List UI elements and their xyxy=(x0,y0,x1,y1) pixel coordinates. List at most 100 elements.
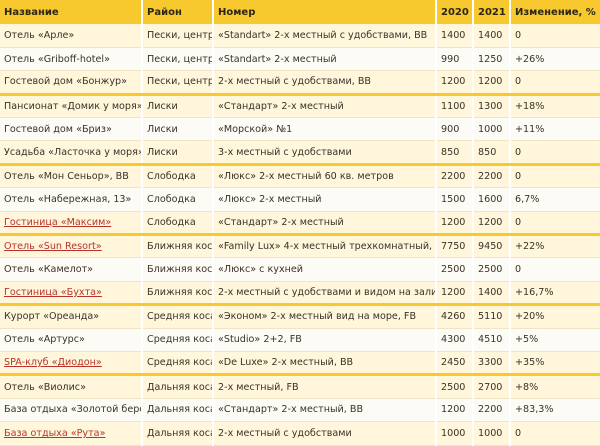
price-2021: 2700 xyxy=(473,373,511,399)
hotel-name-link[interactable]: Гостиница «Бухта» xyxy=(0,281,143,306)
hotel-name: Отель «Мон Сеньор», ВВ xyxy=(0,162,143,189)
header-change: Изменение, % xyxy=(510,0,600,24)
price-2021: 3300 xyxy=(473,351,511,376)
room-type: 2-х местный с удобствами, ВВ xyxy=(213,70,437,95)
price-2021: 2200 xyxy=(473,398,511,423)
price-change: +16,7% xyxy=(510,281,600,306)
price-2021: 1000 xyxy=(473,117,511,142)
price-2020: 1200 xyxy=(436,211,474,236)
price-change: +11% xyxy=(510,117,600,142)
district: Слободка xyxy=(142,187,214,212)
district: Средняя коса xyxy=(142,328,214,352)
room-type: «Стандарт» 2-х местный xyxy=(213,211,437,236)
room-type: «Standart» 2-х местный xyxy=(213,47,437,72)
room-type: «Люкс» с кухней xyxy=(213,257,437,282)
price-2020: 900 xyxy=(436,117,474,142)
hotel-name: База отдыха «Золотой берег» xyxy=(0,398,143,423)
price-change: 0 xyxy=(510,257,600,282)
district: Пески, центр xyxy=(142,70,214,95)
price-2020: 1500 xyxy=(436,187,474,212)
district: Дальняя коса xyxy=(142,373,214,399)
price-2020: 2200 xyxy=(436,162,474,189)
hotel-name-link[interactable]: SPA-клуб «Диодон» xyxy=(0,351,143,376)
price-change: +18% xyxy=(510,92,600,119)
price-2021: 9450 xyxy=(473,232,511,259)
price-2020: 1200 xyxy=(436,281,474,306)
district: Дальняя коса xyxy=(142,398,214,423)
price-change: 0 xyxy=(510,162,600,189)
district: Ближняя коса xyxy=(142,281,214,306)
price-2021: 2500 xyxy=(473,257,511,282)
table-row: Усадьба «Ласточка у моря» Лиски 3-х мест… xyxy=(0,140,600,165)
room-type: «Морской» №1 xyxy=(213,117,437,142)
price-comparison-table: Название Район Номер 2020 2021 Изменение… xyxy=(0,0,600,446)
hotel-name: Курорт «Ореанда» xyxy=(0,303,143,329)
hotel-link-ruta[interactable]: База отдыха «Рута» xyxy=(4,428,105,439)
hotel-name: Отель «Камелот» xyxy=(0,257,143,282)
district: Средняя коса xyxy=(142,351,214,376)
table-row: Отель «Griboff-hotel» Пески, центр «Stan… xyxy=(0,47,600,72)
price-change: 6,7% xyxy=(510,187,600,212)
hotel-name: Отель «Артурс» xyxy=(0,328,143,352)
price-2020: 2500 xyxy=(436,373,474,399)
price-2021: 5110 xyxy=(473,303,511,329)
hotel-name: Гостевой дом «Бриз» xyxy=(0,117,143,142)
header-2021: 2021 xyxy=(473,0,511,24)
district: Средняя коса xyxy=(142,303,214,329)
district: Лиски xyxy=(142,117,214,142)
hotel-link-maxim[interactable]: Гостиница «Максим» xyxy=(4,217,111,228)
price-2020: 4300 xyxy=(436,328,474,352)
room-type: «Studio» 2+2, FB xyxy=(213,328,437,352)
room-type: «Family Lux» 4-х местный трехкомнатный, … xyxy=(213,232,437,259)
price-2020: 7750 xyxy=(436,232,474,259)
room-type: 3-х местный с удобствами xyxy=(213,140,437,165)
district: Слободка xyxy=(142,162,214,189)
price-2020: 1200 xyxy=(436,70,474,95)
table-row: SPA-клуб «Диодон» Средняя коса «De Luxe»… xyxy=(0,351,600,376)
table-row: Отель «Sun Resort» Ближняя коса «Family … xyxy=(0,232,600,259)
district: Ближняя коса xyxy=(142,257,214,282)
price-change: +20% xyxy=(510,303,600,329)
price-change: +22% xyxy=(510,232,600,259)
district: Ближняя коса xyxy=(142,232,214,259)
price-2020: 1100 xyxy=(436,92,474,119)
hotel-name-link[interactable]: Гостиница «Максим» xyxy=(0,211,143,236)
price-change: +5% xyxy=(510,328,600,352)
price-change: +8% xyxy=(510,373,600,399)
district: Лиски xyxy=(142,140,214,165)
price-2020: 1400 xyxy=(436,24,474,48)
price-change: 0 xyxy=(510,70,600,95)
room-type: 2-х местный с удобствами и видом на зали… xyxy=(213,281,437,306)
price-2020: 990 xyxy=(436,47,474,72)
room-type: «Люкс» 2-х местный 60 кв. метров xyxy=(213,162,437,189)
table-row: Отель «Арле» Пески, центр «Standart» 2-х… xyxy=(0,24,600,48)
district: Слободка xyxy=(142,211,214,236)
price-2021: 850 xyxy=(473,140,511,165)
header-2020: 2020 xyxy=(436,0,474,24)
table-row: Отель «Виолис» Дальняя коса 2-х местный,… xyxy=(0,373,600,399)
price-2021: 1300 xyxy=(473,92,511,119)
price-2020: 4260 xyxy=(436,303,474,329)
table-header-row: Название Район Номер 2020 2021 Изменение… xyxy=(0,0,600,24)
hotel-name: Усадьба «Ласточка у моря» xyxy=(0,140,143,165)
price-change: +83,3% xyxy=(510,398,600,423)
hotel-name-link[interactable]: Отель «Sun Resort» xyxy=(0,232,143,259)
hotel-link-diodon[interactable]: SPA-клуб «Диодон» xyxy=(4,357,102,368)
table-row: Отель «Артурс» Средняя коса «Studio» 2+2… xyxy=(0,328,600,352)
district: Пески, центр xyxy=(142,24,214,48)
hotel-name: Отель «Арле» xyxy=(0,24,143,48)
price-2021: 1400 xyxy=(473,24,511,48)
room-type: «Стандарт» 2-х местный xyxy=(213,92,437,119)
hotel-name: Отель «Виолис» xyxy=(0,373,143,399)
table-row: Гостевой дом «Бриз» Лиски «Морской» №1 9… xyxy=(0,117,600,142)
price-2021: 1600 xyxy=(473,187,511,212)
price-change: 0 xyxy=(510,140,600,165)
table-row: Отель «Мон Сеньор», ВВ Слободка «Люкс» 2… xyxy=(0,162,600,189)
price-2021: 1200 xyxy=(473,211,511,236)
hotel-link-sun-resort[interactable]: Отель «Sun Resort» xyxy=(4,241,102,252)
price-2020: 2500 xyxy=(436,257,474,282)
hotel-name: Отель «Набережная, 13» xyxy=(0,187,143,212)
price-2021: 1200 xyxy=(473,70,511,95)
hotel-link-bukhta[interactable]: Гостиница «Бухта» xyxy=(4,287,102,298)
table-row: Гостевой дом «Бонжур» Пески, центр 2-х м… xyxy=(0,70,600,95)
